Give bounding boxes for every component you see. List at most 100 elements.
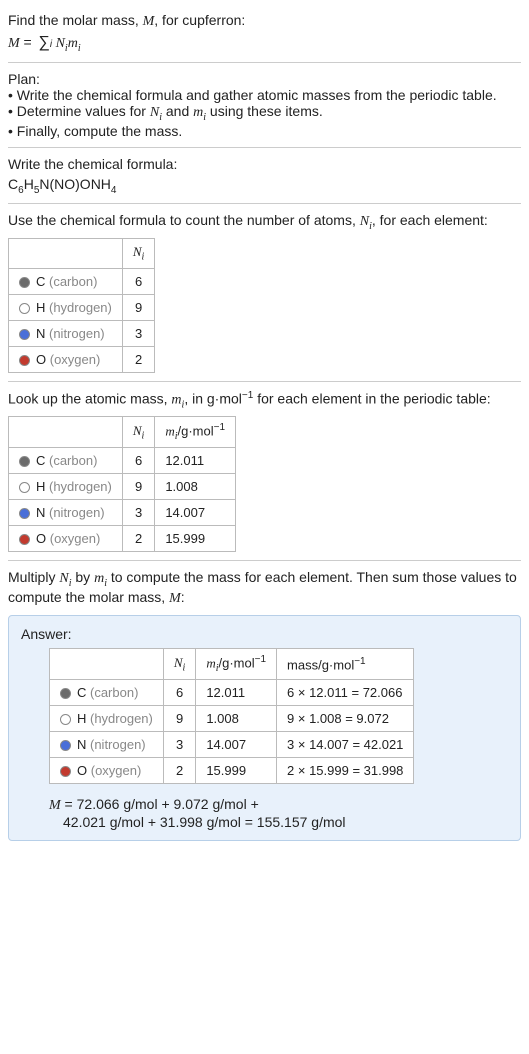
table-row: H (hydrogen) 9 1.008 9 × 1.008 = 9.072 xyxy=(50,705,414,731)
n-cell: 3 xyxy=(122,500,154,526)
element-name: (oxygen) xyxy=(46,531,100,546)
element-cell: O (oxygen) xyxy=(9,526,123,552)
mul-n: N xyxy=(59,571,68,586)
element-swatch-icon xyxy=(19,482,30,493)
chemical-formula: C6H5N(NO)ONH4 xyxy=(8,176,521,196)
element-swatch-icon xyxy=(19,508,30,519)
f-h4: 4 xyxy=(111,184,117,195)
plan-b2-n: N xyxy=(150,105,159,120)
mass-section: Look up the atomic mass, mi, in g·mol−1 … xyxy=(8,382,521,561)
intro-text-b: , for cupferron: xyxy=(154,12,245,28)
mul-b: by xyxy=(71,569,94,585)
f-c: C xyxy=(8,176,18,192)
mul-a: Multiply xyxy=(8,569,59,585)
eq-n: N xyxy=(52,36,65,51)
th-empty xyxy=(9,417,123,448)
eq-eq: = xyxy=(20,34,36,50)
element-cell: H (hydrogen) xyxy=(50,705,164,731)
plan-section: Plan: • Write the chemical formula and g… xyxy=(8,63,521,148)
element-swatch-icon xyxy=(19,534,30,545)
count-n: N xyxy=(360,214,369,229)
element-cell: C (carbon) xyxy=(9,268,123,294)
element-swatch-icon xyxy=(19,355,30,366)
n-cell: 6 xyxy=(122,448,154,474)
plan-b2-m: m xyxy=(193,105,203,120)
sigma-icon: .∑i xyxy=(36,35,52,51)
element-sym: C xyxy=(36,274,45,289)
element-sym: O xyxy=(77,763,87,778)
element-cell: C (carbon) xyxy=(50,679,164,705)
plan-bullet-3: • Finally, compute the mass. xyxy=(8,123,521,139)
element-name: (nitrogen) xyxy=(45,326,104,341)
n-cell: 3 xyxy=(122,320,154,346)
element-sym: N xyxy=(36,505,45,520)
element-sym: C xyxy=(77,685,86,700)
count-tbody: C (carbon) 6 H (hydrogen) 9 N (nitrogen)… xyxy=(9,268,155,372)
eq-lhs: M xyxy=(8,36,20,51)
element-name: (hydrogen) xyxy=(45,479,111,494)
element-name: (carbon) xyxy=(45,453,97,468)
plan-b2-b: and xyxy=(162,103,193,119)
element-sym: C xyxy=(36,453,45,468)
element-sym: H xyxy=(36,300,45,315)
count-section: Use the chemical formula to count the nu… xyxy=(8,204,521,381)
formula-section: Write the chemical formula: C6H5N(NO)ONH… xyxy=(8,148,521,205)
n-cell: 2 xyxy=(163,757,195,783)
element-swatch-icon xyxy=(60,714,71,725)
eq-m: m xyxy=(68,36,78,51)
th-ni: Ni xyxy=(122,417,154,448)
table-header-row: Ni mi/g·mol−1 xyxy=(9,417,236,448)
th-empty xyxy=(50,648,164,679)
m-cell: 14.007 xyxy=(155,500,236,526)
table-row: O (oxygen) 2 15.999 2 × 15.999 = 31.998 xyxy=(50,757,414,783)
table-row: N (nitrogen) 3 14.007 3 × 14.007 = 42.02… xyxy=(50,731,414,757)
element-cell: N (nitrogen) xyxy=(50,731,164,757)
answer-box: Answer: Ni mi/g·mol−1 mass/g·mol−1 C (ca… xyxy=(8,615,521,841)
element-cell: H (hydrogen) xyxy=(9,474,123,500)
mass-line: Look up the atomic mass, mi, in g·mol−1 … xyxy=(8,390,521,410)
mass-cell: 3 × 14.007 = 42.021 xyxy=(277,731,414,757)
element-swatch-icon xyxy=(60,740,71,751)
table-row: H (hydrogen) 9 1.008 xyxy=(9,474,236,500)
count-table: Ni C (carbon) 6 H (hydrogen) 9 N (nitrog… xyxy=(8,238,155,373)
intro-section: Find the molar mass, M, for cupferron: M… xyxy=(8,4,521,63)
count-line: Use the chemical formula to count the nu… xyxy=(8,212,521,232)
plan-bullet-1: • Write the chemical formula and gather … xyxy=(8,87,521,103)
mass-m: m xyxy=(171,392,181,407)
n-cell: 9 xyxy=(122,294,154,320)
count-a: Use the chemical formula to count the nu… xyxy=(8,212,360,228)
mass-exp: −1 xyxy=(242,390,253,401)
element-name: (carbon) xyxy=(45,274,97,289)
m-cell: 12.011 xyxy=(155,448,236,474)
answer-table: Ni mi/g·mol−1 mass/g·mol−1 C (carbon) 6 … xyxy=(49,648,414,784)
th-mi: mi/g·mol−1 xyxy=(155,417,236,448)
table-row: C (carbon) 6 xyxy=(9,268,155,294)
mass-cell: 9 × 1.008 = 9.072 xyxy=(277,705,414,731)
element-sym: O xyxy=(36,352,46,367)
table-row: O (oxygen) 2 xyxy=(9,346,155,372)
final-a: = 72.066 g/mol + 9.072 g/mol + xyxy=(61,796,259,812)
n-cell: 3 xyxy=(163,731,195,757)
element-swatch-icon xyxy=(19,456,30,467)
table-row: O (oxygen) 2 15.999 xyxy=(9,526,236,552)
plan-title: Plan: xyxy=(8,71,521,87)
mass-c: for each element in the periodic table: xyxy=(253,390,490,406)
element-cell: O (oxygen) xyxy=(9,346,123,372)
m-cell: 15.999 xyxy=(155,526,236,552)
answer-title: Answer: xyxy=(21,626,508,642)
multiply-line: Multiply Ni by mi to compute the mass fo… xyxy=(8,569,521,607)
n-cell: 2 xyxy=(122,346,154,372)
element-sym: H xyxy=(36,479,45,494)
formula-title: Write the chemical formula: xyxy=(8,156,521,172)
table-header-row: Ni xyxy=(9,239,155,269)
plan-bullet-2: • Determine values for Ni and mi using t… xyxy=(8,103,521,123)
f-h: H xyxy=(24,176,34,192)
multiply-section: Multiply Ni by mi to compute the mass fo… xyxy=(8,561,521,849)
intro-m: M xyxy=(143,14,155,29)
element-name: (hydrogen) xyxy=(45,300,111,315)
element-sym: H xyxy=(77,711,86,726)
element-sym: O xyxy=(36,531,46,546)
element-name: (nitrogen) xyxy=(86,737,145,752)
m-cell: 1.008 xyxy=(155,474,236,500)
element-name: (oxygen) xyxy=(46,352,100,367)
